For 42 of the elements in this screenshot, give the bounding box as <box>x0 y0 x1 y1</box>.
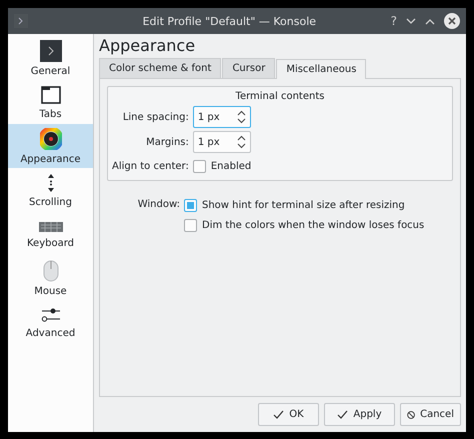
field-label: Window: <box>136 198 180 212</box>
spin-box[interactable]: 1 px <box>192 131 251 153</box>
tab[interactable]: Cursor <box>222 58 276 78</box>
cancel-icon <box>407 408 416 420</box>
minimize-icon[interactable] <box>406 18 416 24</box>
mouse-icon <box>42 260 58 282</box>
spin-box[interactable]: 1 px <box>192 106 251 128</box>
tab[interactable]: Miscellaneous <box>276 59 366 79</box>
checkbox[interactable]: Enabled <box>192 156 252 176</box>
confirm-button[interactable]: Apply <box>324 403 395 426</box>
color-wheel-icon <box>40 128 62 150</box>
close-icon[interactable] <box>444 13 460 29</box>
keyboard-icon <box>38 220 62 234</box>
terminal-icon <box>14 14 28 28</box>
page-heading: Appearance <box>99 36 196 57</box>
slider-settings-icon <box>40 306 60 324</box>
checkbox[interactable]: Dim the colors when the window loses focus <box>184 215 453 235</box>
checkbox[interactable]: Show hint for terminal size after resizing <box>184 195 453 215</box>
terminal-icon <box>40 40 62 62</box>
cancel-button[interactable]: Cancel <box>400 403 461 426</box>
check-icon <box>337 410 348 419</box>
tab-icon <box>40 84 60 104</box>
check-icon <box>273 410 284 419</box>
scroll-arrows-icon <box>46 172 54 192</box>
field-label: Margins: <box>145 136 189 148</box>
sidebar-item[interactable]: Scrolling <box>8 168 93 212</box>
window-title: Edit Profile "Default" — Konsole <box>142 14 318 28</box>
sidebar-item[interactable]: General <box>8 36 93 80</box>
maximize-icon[interactable] <box>425 18 435 24</box>
help-button[interactable]: ? <box>390 14 397 28</box>
field-label: Align to center: <box>112 160 189 172</box>
group-title: Terminal contents <box>234 91 326 102</box>
field-label: Line spacing: <box>122 112 189 122</box>
sidebar-item[interactable]: Keyboard <box>8 212 93 256</box>
sidebar-item[interactable]: Mouse <box>8 256 93 300</box>
confirm-button[interactable]: OK <box>258 403 319 426</box>
spin-arrows-icon[interactable] <box>236 135 246 149</box>
sidebar-item[interactable]: Tabs <box>8 80 93 124</box>
sidebar-item[interactable]: Advanced <box>8 300 93 344</box>
spin-arrows-icon[interactable] <box>236 110 246 124</box>
sidebar-item[interactable]: Appearance <box>8 124 93 168</box>
tab[interactable]: Color scheme & font <box>99 58 222 78</box>
